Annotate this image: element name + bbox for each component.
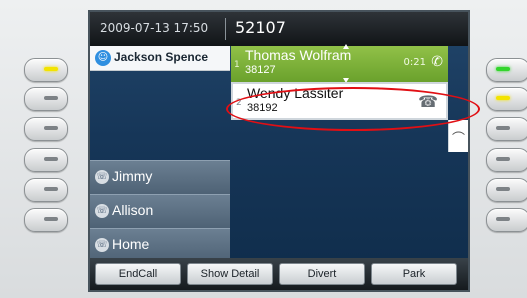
- date-time: 2009-07-13 17:50: [100, 21, 209, 35]
- ringing-call-icon: ☎: [418, 92, 438, 111]
- line-number: 52107: [235, 18, 286, 37]
- header-divider: [225, 18, 226, 40]
- softkey-bar: EndCall Show Detail Divert Park: [90, 258, 468, 290]
- session-key-lamp: [496, 126, 510, 130]
- line-key-left-1[interactable]: [24, 58, 68, 82]
- session-key-right-4[interactable]: [486, 148, 527, 172]
- line-key-left-6[interactable]: [24, 208, 68, 232]
- status-header: 2009-07-13 17:50 52107: [90, 12, 468, 46]
- endcall-softkey[interactable]: EndCall: [95, 263, 181, 285]
- caller-name: Thomas Wolfram: [245, 47, 352, 63]
- line-key-lamp: [44, 67, 58, 71]
- hangup-slot[interactable]: ⌒: [448, 120, 468, 152]
- call-index: 1: [234, 60, 240, 70]
- line-key-lamp: [44, 217, 58, 221]
- speed-dial-icon: ☏: [95, 170, 109, 184]
- session-key-right-2[interactable]: [486, 87, 527, 111]
- speed-dial-label: Allison: [112, 202, 154, 218]
- park-softkey[interactable]: Park: [371, 263, 457, 285]
- show-detail-softkey[interactable]: Show Detail: [187, 263, 273, 285]
- line-key-left-2[interactable]: [24, 87, 68, 111]
- call-timer: 0:21: [403, 57, 426, 68]
- session-key-lamp: [496, 157, 510, 161]
- call-index: 2: [236, 98, 242, 108]
- call-session-2[interactable]: 2 Wendy Lassiter 38192 ☎: [231, 82, 448, 120]
- hangup-icon: ⌒: [452, 132, 466, 147]
- caller-name: Wendy Lassiter: [247, 85, 344, 101]
- speed-dial-icon: ☏: [95, 238, 109, 252]
- line-panel: ☺ Jackson Spence ☏ Jimmy ☏ Allison ☏ Hom…: [90, 46, 230, 263]
- line-key-left-3[interactable]: [24, 117, 68, 141]
- session-key-lamp: [496, 187, 510, 191]
- identity-name: Jackson Spence: [114, 50, 209, 64]
- line-key-lamp: [44, 157, 58, 161]
- speed-dial-jimmy[interactable]: ☏ Jimmy: [90, 160, 230, 195]
- session-key-lamp: [496, 67, 510, 71]
- speed-dial-label: Home: [112, 236, 150, 252]
- connected-call-icon: ✆: [431, 54, 443, 70]
- divert-softkey[interactable]: Divert: [279, 263, 365, 285]
- session-key-right-1[interactable]: [486, 58, 527, 82]
- call-session-1[interactable]: 1 Thomas Wolfram 38127 0:21 ✆: [231, 44, 448, 83]
- line-key-lamp: [44, 126, 58, 130]
- speed-dial-label: Jimmy: [112, 168, 153, 184]
- phone-screen: 2009-07-13 17:50 52107 ☺ Jackson Spence …: [88, 10, 470, 292]
- line-key-lamp: [44, 96, 58, 100]
- session-key-lamp: [496, 217, 510, 221]
- line-key-left-5[interactable]: [24, 178, 68, 202]
- caller-number: 38127: [245, 64, 276, 76]
- session-key-right-3[interactable]: [486, 117, 527, 141]
- identity-line[interactable]: ☺ Jackson Spence: [90, 46, 230, 71]
- line-key-lamp: [44, 187, 58, 191]
- phone-user-icon: ☺: [95, 50, 111, 66]
- line-key-left-4[interactable]: [24, 148, 68, 172]
- session-key-right-5[interactable]: [486, 178, 527, 202]
- speed-dial-allison[interactable]: ☏ Allison: [90, 194, 230, 229]
- session-key-lamp: [496, 96, 510, 100]
- speed-dial-icon: ☏: [95, 204, 109, 218]
- session-key-right-6[interactable]: [486, 208, 527, 232]
- caller-number: 38192: [247, 102, 278, 114]
